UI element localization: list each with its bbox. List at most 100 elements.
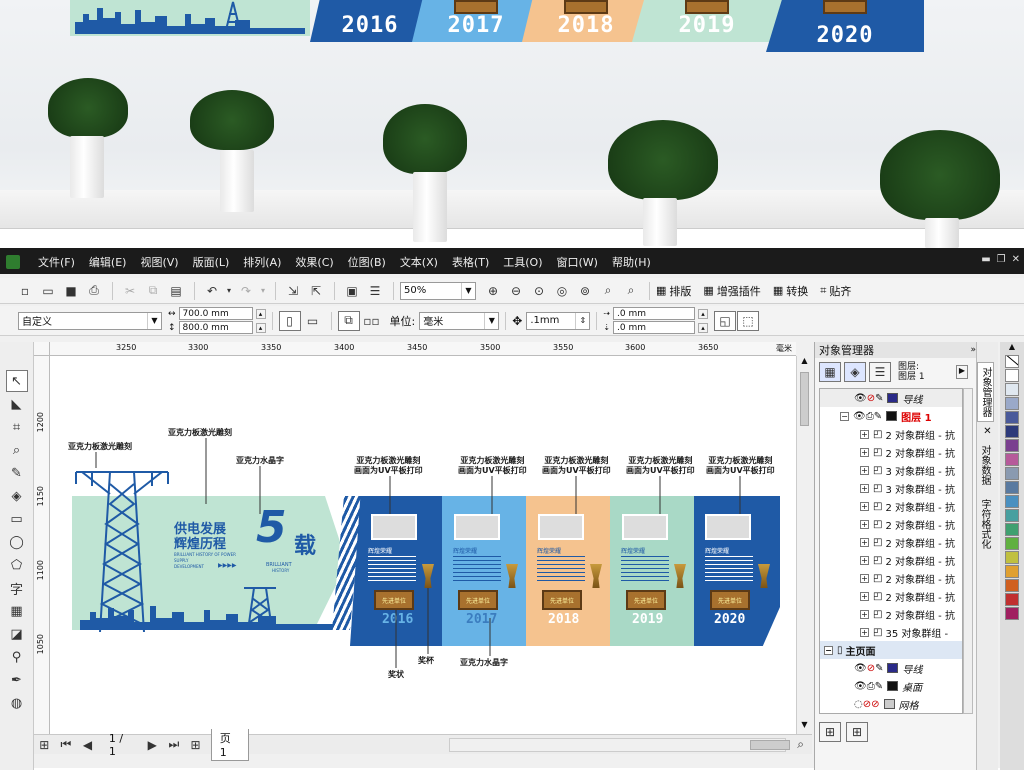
portrait-icon[interactable]: ▯ [278,310,301,331]
object-row[interactable]: + ◰ 3 对象群组 - 抗 [820,479,962,497]
all-pages-icon[interactable]: ⧉ [337,310,360,331]
color-swatch[interactable] [1005,467,1019,480]
edit-across-layers-icon[interactable]: ◈ [844,362,866,382]
print-icon[interactable]: ⎙ [866,411,874,422]
color-swatch[interactable] [1005,523,1019,536]
layer1-row[interactable]: − 👁 ⎙ ✎ 图层 1 [820,407,962,425]
new-master-layer-icon[interactable]: ⊞ [846,722,868,742]
spinner-icon[interactable]: ▴ [255,308,266,319]
menu-table[interactable]: 表格(T) [452,254,489,270]
color-swatch[interactable] [1005,383,1019,396]
close-icon[interactable]: ✕ [977,426,998,437]
open-folder-icon[interactable]: ▭ [37,281,59,301]
plugin-button[interactable]: ▦ 增强插件 [703,283,760,299]
object-row[interactable]: + ◰ 2 对象群组 - 抗 [820,569,962,587]
menu-layout[interactable]: 版面(L) [193,254,230,270]
page-height-input[interactable]: 800.0 mm [178,321,253,334]
drawing-canvas[interactable]: 供电发展 辉煌历程 BRILLIANT HISTORY OF POWER SUP… [50,356,796,734]
print-disabled-icon[interactable]: ⊘ [863,699,871,710]
navigator-icon[interactable]: ⌕ [790,735,811,755]
color-swatch[interactable] [1005,565,1019,578]
eyedropper-tool-icon[interactable]: ⚲ [6,646,28,668]
color-swatch[interactable] [1005,495,1019,508]
menu-help[interactable]: 帮助(H) [612,254,651,270]
menu-effects[interactable]: 效果(C) [295,254,333,270]
lock-pen-icon[interactable]: ✎ [875,663,883,674]
duplicate-x-input[interactable]: .0 mm [613,307,696,320]
zoom-page-icon[interactable]: ⊚ [574,281,596,301]
table-tool-icon[interactable]: ▦ [6,600,28,622]
zoom-in-icon[interactable]: ⊕ [482,281,504,301]
master-guides-row[interactable]: 👁 ⊘ ✎ 导线 [820,659,962,677]
smart-fill-icon[interactable]: ◈ [6,485,28,507]
menu-window[interactable]: 窗口(W) [557,254,598,270]
units-select[interactable]: 毫米 ▼ [419,311,500,330]
color-swatch[interactable] [1005,411,1019,424]
prev-page-icon[interactable]: ◀ [77,735,98,755]
object-row[interactable]: + ◰ 2 对象群组 - 抗 [820,443,962,461]
collapse-toggle-icon[interactable]: − [840,411,849,421]
docker-tab-object-manager[interactable]: 对象管理器 [977,362,994,422]
freehand-tool-icon[interactable]: ✎ [6,462,28,484]
expand-toggle-icon[interactable]: + [860,447,869,457]
lock-pen-icon[interactable]: ✎ [875,393,883,404]
treat-as-filled-icon[interactable]: ◱ [714,310,737,331]
page-tab[interactable]: 页 1 [210,728,249,761]
scroll-thumb[interactable] [749,739,790,750]
copy-icon[interactable]: ⧉ [142,281,164,301]
expand-toggle-icon[interactable]: + [860,483,869,493]
convert-button[interactable]: ▦ 转换 [773,283,808,299]
vertical-scrollbar[interactable]: ▲ ▼ [796,356,812,734]
menu-arrange[interactable]: 排列(A) [243,254,281,270]
object-row[interactable]: + ◰ 2 对象群组 - 抗 [820,533,962,551]
outline-tool-icon[interactable]: ✒ [6,669,28,691]
color-swatch[interactable] [1005,453,1019,466]
show-properties-icon[interactable]: ▦ [819,362,841,382]
menu-text[interactable]: 文本(X) [400,254,438,270]
scroll-thumb[interactable] [800,372,809,426]
expand-toggle-icon[interactable]: + [860,429,869,439]
palette-scroll-up-icon[interactable]: ▲ [1000,342,1024,354]
expand-toggle-icon[interactable]: + [860,465,869,475]
add-page-after-icon[interactable]: ⊞ [185,735,206,755]
duplicate-y-input[interactable]: .0 mm [613,321,696,334]
text-tool-icon[interactable]: 字 [6,577,28,599]
lock-pen-icon[interactable]: ✎ [874,411,882,422]
zoom-level-select[interactable]: 50% ▼ [400,281,476,300]
eye-icon[interactable]: 👁 [853,411,866,422]
next-page-icon[interactable]: ▶ [142,735,163,755]
menu-file[interactable]: 文件(F) [38,254,75,270]
first-page-icon[interactable]: ⏮ [56,735,77,755]
zoom-width-icon[interactable]: ⌕ [597,281,619,301]
scroll-up-icon[interactable]: ▲ [797,356,812,370]
redo-icon[interactable]: ↷ [235,281,257,301]
zoom-out-icon[interactable]: ⊖ [505,281,527,301]
polygon-tool-icon[interactable]: ⬠ [6,554,28,576]
lock-icon[interactable]: ⊘ [871,699,879,710]
guides-layer-row[interactable]: 👁 ⊘ ✎ 导线 [820,389,962,407]
color-swatch[interactable] [1005,439,1019,452]
color-swatch[interactable] [1005,537,1019,550]
zoom-height-icon[interactable]: ⌕ [620,281,642,301]
minimize-icon[interactable]: ▬ [981,254,990,265]
page-preset-select[interactable]: 自定义 ▼ [18,311,162,330]
master-desktop-row[interactable]: 👁 ⎙ ✎ 桌面 [820,677,962,695]
eye-icon[interactable]: 👁 [854,393,867,404]
draw-bounding-box-icon[interactable]: ⬚ [737,310,760,331]
spinner-icon[interactable]: ▴ [255,322,266,333]
collapse-toggle-icon[interactable]: − [824,645,833,655]
color-swatch[interactable] [1005,397,1019,410]
crop-tool-icon[interactable]: ⌗ [6,416,28,438]
color-swatch[interactable] [1005,425,1019,438]
spinner-icon[interactable]: ▴ [698,308,709,319]
interactive-tool-icon[interactable]: ◪ [6,623,28,645]
menu-tools[interactable]: 工具(O) [503,254,542,270]
docker-tab-object-data[interactable]: 对象数据 [977,441,992,495]
object-row[interactable]: + ◰ 2 对象群组 - 抗 [820,515,962,533]
color-swatch[interactable] [1005,593,1019,606]
lock-pen-icon[interactable]: ✎ [875,681,883,692]
expand-toggle-icon[interactable]: + [860,537,869,547]
pick-tool-icon[interactable]: ↖ [5,370,28,392]
undo-dropdown-icon[interactable]: ▾ [224,281,234,301]
import-icon[interactable]: ⇲ [282,281,304,301]
